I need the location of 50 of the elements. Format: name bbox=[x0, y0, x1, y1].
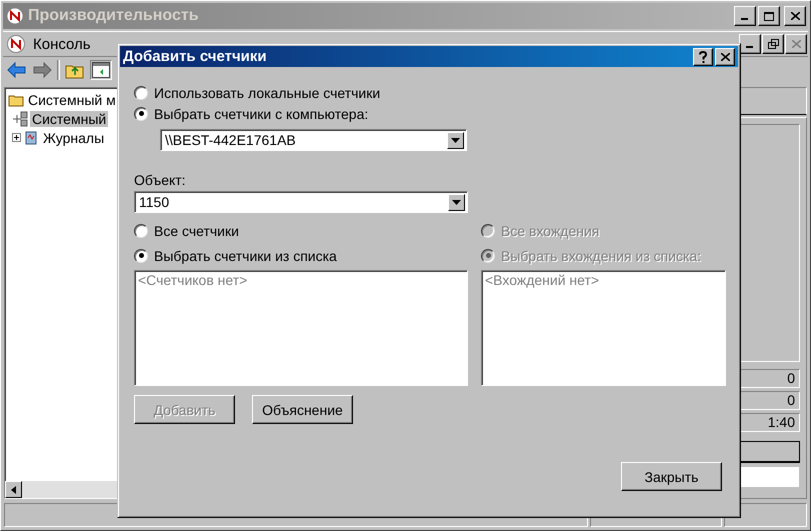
restore-button[interactable] bbox=[762, 34, 784, 54]
show-pane-button[interactable] bbox=[90, 60, 112, 80]
option-label[interactable]: Выбрать счетчики из списка bbox=[154, 248, 337, 264]
window-pane-icon bbox=[92, 62, 110, 78]
help-button[interactable] bbox=[693, 48, 713, 66]
folder-icon bbox=[8, 92, 24, 106]
minimize-button[interactable] bbox=[734, 6, 756, 26]
dropdown-field[interactable]: \\BEST-442E1761AB bbox=[160, 129, 467, 151]
counter-list[interactable]: <Счетчиков нет> bbox=[134, 270, 468, 386]
forward-arrow-icon[interactable] bbox=[32, 62, 52, 78]
minimize-button[interactable] bbox=[739, 34, 761, 54]
scroll-left-button[interactable] bbox=[5, 481, 22, 498]
radio-button[interactable] bbox=[134, 248, 148, 262]
option-label[interactable]: Использовать локальные счетчики bbox=[154, 84, 380, 100]
empty-list-text: <Вхождений нет> bbox=[485, 272, 600, 288]
close-icon bbox=[792, 40, 800, 48]
maximize-button[interactable] bbox=[758, 6, 780, 26]
tree-item[interactable]: Журналы bbox=[41, 130, 106, 146]
close-dialog-button[interactable]: Закрыть bbox=[621, 462, 722, 491]
app-icon[interactable] bbox=[6, 34, 26, 54]
option-label[interactable]: Выбрать счетчики с компьютера: bbox=[154, 106, 368, 122]
left-arrow-icon bbox=[11, 486, 16, 494]
empty-list-text: <Счетчиков нет> bbox=[138, 272, 248, 288]
log-icon bbox=[23, 130, 39, 146]
back-arrow-icon[interactable] bbox=[7, 62, 27, 78]
maximize-icon bbox=[764, 12, 774, 20]
close-icon bbox=[790, 12, 800, 20]
option-label[interactable]: Все счетчики bbox=[154, 222, 239, 238]
instance-list[interactable]: <Вхождений нет> bbox=[481, 270, 726, 386]
dialog-button[interactable]: Объяснение bbox=[252, 395, 353, 424]
tree-item[interactable]: Системный м bbox=[26, 92, 118, 108]
menu-item[interactable]: Консоль bbox=[26, 36, 98, 52]
expand-icon[interactable] bbox=[12, 133, 21, 142]
dialog-title: Добавить счетчики bbox=[123, 48, 267, 65]
dropdown-arrow-icon bbox=[451, 138, 460, 142]
close-button[interactable] bbox=[715, 48, 735, 66]
close-button[interactable] bbox=[784, 6, 806, 26]
radio-button[interactable] bbox=[134, 224, 148, 238]
close-icon bbox=[720, 52, 730, 60]
help-icon bbox=[699, 50, 707, 62]
network-icon bbox=[12, 110, 28, 126]
tree-item[interactable]: Системный bbox=[30, 110, 108, 126]
radio-button[interactable] bbox=[134, 86, 148, 100]
radio-button[interactable] bbox=[134, 106, 148, 120]
field-label: Объект: bbox=[134, 172, 187, 188]
dropdown-field[interactable]: 1150 bbox=[134, 191, 468, 213]
restore-icon bbox=[768, 39, 778, 49]
app-icon bbox=[6, 7, 24, 25]
dropdown-arrow-icon bbox=[452, 200, 461, 204]
window-title: Производительность bbox=[28, 7, 199, 25]
